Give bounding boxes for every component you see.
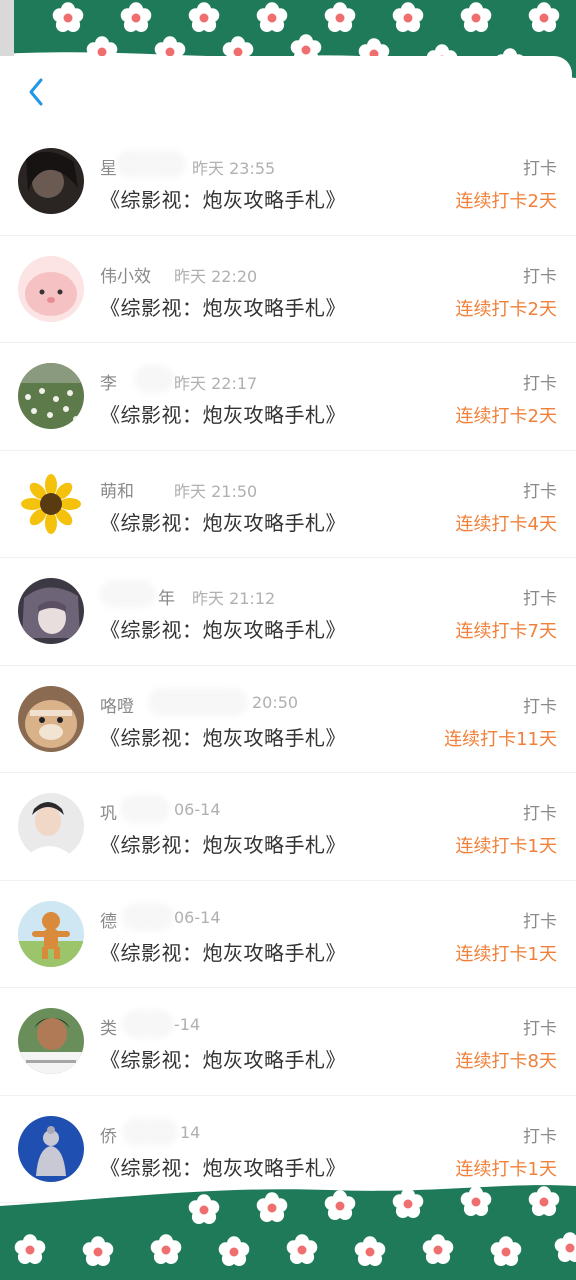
- privacy-blur: [148, 687, 248, 716]
- avatar: [18, 363, 84, 429]
- checkin-time: 06-14: [174, 907, 221, 927]
- list-item[interactable]: 李 昨天 22:17 《综影视：炮灰攻略手札》 打卡 连续打卡2天: [0, 343, 576, 451]
- checkin-tag: 打卡: [523, 804, 557, 824]
- checkin-tag: 打卡: [523, 481, 557, 502]
- floral-frame-bottom: [0, 1180, 576, 1280]
- streak-label: 连续打卡2天: [455, 406, 557, 427]
- avatar: [18, 578, 84, 644]
- streak-label: 连续打卡4天: [455, 513, 557, 535]
- streak-label: 连续打卡8天: [455, 1051, 557, 1072]
- streak-label: 连续打卡1天: [455, 943, 557, 965]
- list-item[interactable]: 类 -14 《综影视：炮灰攻略手札》 打卡 连续打卡8天: [0, 988, 576, 1096]
- list-item[interactable]: 巩 06-14 《综影视：炮灰攻略手札》 打卡 连续打卡1天: [0, 773, 576, 881]
- user-name: 德: [100, 911, 117, 932]
- book-title[interactable]: 《综影视：炮灰攻略手札》: [100, 1044, 346, 1073]
- privacy-blur: [122, 1117, 178, 1146]
- checkin-time: -14: [174, 1015, 201, 1034]
- privacy-blur: [122, 1010, 174, 1038]
- list-item[interactable]: 德 06-14 《综影视：炮灰攻略手札》 打卡 连续打卡1天: [0, 880, 576, 988]
- checkin-tag: 打卡: [523, 374, 557, 394]
- checkin-tag: 打卡: [523, 696, 557, 717]
- checkin-time: 昨天 23:55: [192, 159, 276, 178]
- list-item[interactable]: 星 昨天 23:55 《综影视：炮灰攻略手札》 打卡 连续打卡2天: [0, 128, 576, 236]
- user-name: 年: [158, 589, 175, 609]
- user-name: 李: [100, 374, 117, 394]
- streak-label: 连续打卡1天: [455, 836, 557, 857]
- privacy-blur: [134, 365, 174, 393]
- user-name: 伟小效: [100, 266, 151, 287]
- avatar: [18, 470, 84, 537]
- checkin-tag: 打卡: [523, 911, 557, 932]
- streak-label: 连续打卡1天: [455, 1158, 557, 1180]
- checkin-tag: 打卡: [523, 1019, 557, 1039]
- back-button[interactable]: [18, 72, 54, 112]
- checkin-tag: 打卡: [523, 1126, 557, 1147]
- book-title[interactable]: 《综影视：炮灰攻略手札》: [100, 184, 346, 213]
- checkin-time: 昨天 21:50: [174, 481, 258, 501]
- checkin-time: 14: [180, 1122, 201, 1142]
- checkin-tag: 打卡: [523, 266, 557, 287]
- privacy-blur: [120, 795, 170, 823]
- checkin-tag: 打卡: [523, 589, 557, 609]
- book-title[interactable]: 《综影视：炮灰攻略手札》: [100, 829, 346, 858]
- list-item[interactable]: 咯噔 20:50 《综影视：炮灰攻略手札》 打卡 连续打卡11天: [0, 665, 576, 773]
- user-name: 咯噔: [100, 696, 134, 717]
- avatar: [18, 1115, 84, 1182]
- avatar: [18, 793, 84, 859]
- book-title[interactable]: 《综影视：炮灰攻略手札》: [100, 292, 346, 321]
- checkin-list: 星 昨天 23:55 《综影视：炮灰攻略手札》 打卡 连续打卡2天 伟小效 昨天…: [0, 128, 576, 1203]
- checkin-tag: 打卡: [523, 159, 557, 179]
- avatar: [18, 255, 84, 322]
- book-title[interactable]: 《综影视：炮灰攻略手札》: [100, 722, 346, 751]
- book-title[interactable]: 《综影视：炮灰攻略手札》: [100, 399, 346, 428]
- avatar: [18, 900, 84, 967]
- avatar: [18, 685, 84, 752]
- chevron-left-icon: [29, 78, 43, 106]
- checkin-time: 昨天 21:12: [192, 589, 276, 608]
- avatar: [18, 1008, 84, 1074]
- list-item[interactable]: 伟小效 昨天 22:20 《综影视：炮灰攻略手札》 打卡 连续打卡2天: [0, 235, 576, 343]
- privacy-blur: [116, 150, 186, 178]
- checkin-time: 06-14: [174, 800, 221, 819]
- user-name: 萌和: [100, 481, 134, 502]
- book-title[interactable]: 《综影视：炮灰攻略手札》: [100, 1152, 346, 1181]
- list-item[interactable]: 年 昨天 21:12 《综影视：炮灰攻略手札》 打卡 连续打卡7天: [0, 558, 576, 666]
- streak-label: 连续打卡2天: [455, 191, 557, 212]
- user-name: 类: [100, 1019, 117, 1039]
- list-item[interactable]: 萌和 昨天 21:50 《综影视：炮灰攻略手札》 打卡 连续打卡4天: [0, 450, 576, 558]
- privacy-blur: [100, 580, 156, 608]
- book-title[interactable]: 《综影视：炮灰攻略手札》: [100, 937, 346, 966]
- user-name: 星: [100, 159, 117, 179]
- streak-label: 连续打卡11天: [444, 728, 557, 750]
- user-name: 侨: [100, 1126, 117, 1147]
- checkin-time: 20:50: [252, 692, 299, 712]
- privacy-blur: [122, 902, 174, 931]
- book-title[interactable]: 《综影视：炮灰攻略手札》: [100, 507, 346, 536]
- user-name: 巩: [100, 804, 117, 824]
- streak-label: 连续打卡2天: [455, 298, 557, 320]
- streak-label: 连续打卡7天: [455, 621, 557, 642]
- checkin-time: 昨天 22:20: [174, 266, 258, 286]
- avatar: [18, 148, 84, 214]
- top-bar: [4, 56, 572, 126]
- checkin-time: 昨天 22:17: [174, 374, 258, 393]
- book-title[interactable]: 《综影视：炮灰攻略手札》: [100, 614, 346, 643]
